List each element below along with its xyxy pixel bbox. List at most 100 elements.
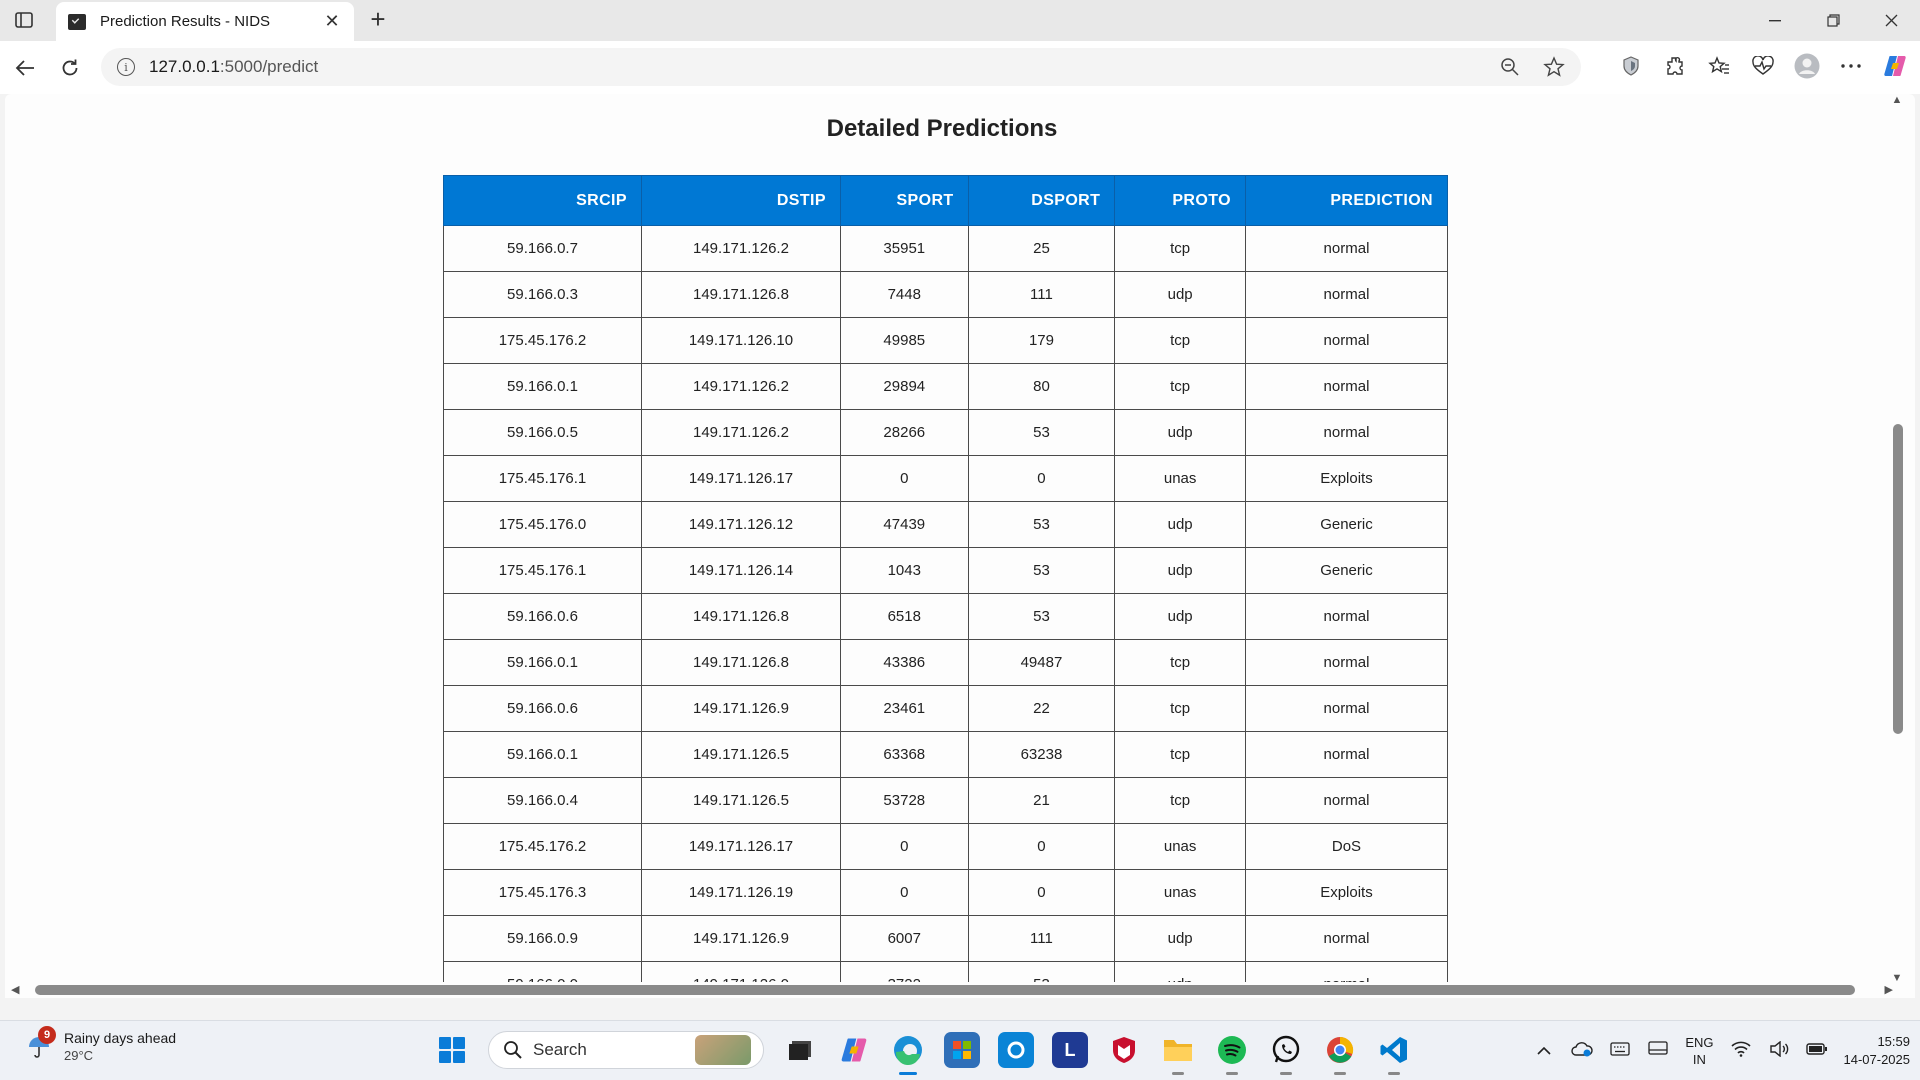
cell-dsport: 53 — [967, 501, 1116, 548]
column-header-dsport: DSPORT — [967, 175, 1116, 226]
cell-proto: tcp — [1114, 685, 1246, 732]
edge-browser-icon[interactable] — [890, 1032, 926, 1075]
system-clock[interactable]: 15:59 14-07-2025 — [1844, 1033, 1911, 1069]
cell-proto: tcp — [1114, 731, 1246, 778]
chrome-icon[interactable] — [1322, 1032, 1358, 1075]
cell-proto: udp — [1114, 409, 1246, 456]
address-bar[interactable]: i 127.0.0.1:5000/predict — [101, 48, 1581, 86]
cell-dstip: 149.171.126.5 — [640, 777, 841, 824]
tab-actions-icon[interactable] — [12, 9, 36, 31]
cell-srcip: 59.166.0.1 — [443, 731, 642, 778]
new-tab-button[interactable]: + — [364, 6, 392, 34]
cell-srcip: 175.45.176.2 — [443, 317, 642, 364]
volume-icon[interactable] — [1768, 1040, 1790, 1062]
weather-widget[interactable]: 9 Rainy days ahead 29°C — [24, 1026, 176, 1065]
cell-prediction: Generic — [1244, 501, 1449, 548]
table-row: 175.45.176.1 149.171.126.17 0 0 unas Exploits — [443, 455, 1449, 502]
cell-srcip: 175.45.176.1 — [443, 547, 642, 594]
copilot-icon[interactable] — [1882, 53, 1908, 79]
browser-titlebar: Prediction Results - NIDS ✕ + — [0, 0, 1920, 41]
cell-proto: tcp — [1114, 317, 1246, 364]
cell-srcip: 59.166.0.1 — [443, 639, 642, 686]
cortana-ring-icon[interactable] — [998, 1032, 1034, 1068]
url-path: :5000/predict — [219, 57, 319, 76]
cell-dstip: 149.171.126.10 — [640, 317, 841, 364]
more-options-icon[interactable] — [1838, 53, 1864, 79]
mcafee-shield-icon[interactable] — [1106, 1032, 1142, 1068]
active-indicator — [899, 1072, 917, 1075]
running-indicator — [1388, 1072, 1400, 1075]
copilot-app-icon[interactable] — [836, 1032, 872, 1068]
tab-title: Prediction Results - NIDS — [100, 13, 271, 30]
profile-avatar[interactable] — [1794, 53, 1820, 79]
scroll-right-arrow-icon[interactable]: ▶ — [1885, 983, 1893, 996]
table-row: 59.166.0.4 149.171.126.5 53728 21 tcp normal — [443, 777, 1449, 824]
horizontal-scroll-thumb[interactable] — [35, 985, 1855, 995]
cell-prediction: DoS — [1244, 823, 1449, 870]
language-indicator[interactable]: ENG IN — [1685, 1034, 1713, 1068]
vertical-scroll-thumb[interactable] — [1893, 424, 1903, 734]
cell-prediction: Generic — [1244, 547, 1449, 594]
cell-dsport: 25 — [967, 225, 1116, 272]
cell-proto: tcp — [1114, 225, 1246, 272]
column-header-srcip: SRCIP — [443, 175, 642, 226]
battery-icon[interactable] — [1805, 1042, 1828, 1061]
browser-essentials-heart-icon[interactable] — [1750, 53, 1776, 79]
scroll-left-arrow-icon[interactable]: ◀ — [11, 983, 19, 996]
chevron-up-icon[interactable] — [1533, 1042, 1555, 1060]
cell-srcip: 59.166.0.6 — [443, 685, 642, 732]
taskbar-apps: Search L — [434, 1031, 1412, 1075]
cell-dstip: 149.171.126.8 — [640, 593, 841, 640]
page-viewport: Detailed Predictions SRCIP DSTIP SPORT D… — [5, 94, 1915, 998]
restore-button[interactable] — [1804, 0, 1862, 41]
wifi-icon[interactable] — [1730, 1041, 1752, 1062]
taskbar-search[interactable]: Search — [488, 1031, 764, 1069]
tablet-display-icon[interactable] — [1647, 1040, 1669, 1062]
cell-srcip: 175.45.176.3 — [443, 869, 642, 916]
cell-prediction: normal — [1244, 363, 1449, 410]
weather-temperature: 29°C — [64, 1048, 94, 1063]
window-controls — [1746, 0, 1920, 41]
favorite-star-icon[interactable] — [1541, 54, 1567, 80]
url-text[interactable]: 127.0.0.1:5000/predict — [149, 57, 318, 77]
running-indicator — [1334, 1072, 1346, 1075]
horizontal-scrollbar[interactable]: ◀ ▶ — [5, 982, 1915, 998]
cell-srcip: 59.166.0.6 — [443, 593, 642, 640]
browser-toolbar: i 127.0.0.1:5000/predict — [0, 41, 1920, 94]
microsoft-store-icon[interactable] — [944, 1032, 980, 1068]
browser-tab-active[interactable]: Prediction Results - NIDS ✕ — [56, 2, 354, 41]
tab-close-icon[interactable]: ✕ — [322, 11, 342, 32]
cell-prediction: normal — [1244, 777, 1449, 824]
cell-prediction: normal — [1244, 409, 1449, 456]
whatsapp-icon[interactable] — [1268, 1032, 1304, 1075]
cell-sport: 0 — [839, 823, 969, 870]
cell-dsport: 63238 — [967, 731, 1116, 778]
zoom-out-icon[interactable] — [1497, 54, 1523, 80]
vscode-icon[interactable] — [1376, 1032, 1412, 1075]
cell-prediction: normal — [1244, 593, 1449, 640]
keyboard-icon[interactable] — [1609, 1041, 1631, 1061]
site-info-icon[interactable]: i — [117, 58, 135, 76]
cell-proto: tcp — [1114, 639, 1246, 686]
refresh-button[interactable] — [55, 53, 85, 83]
cell-srcip: 59.166.0.1 — [443, 363, 642, 410]
cell-dsport: 0 — [967, 823, 1116, 870]
minimize-button[interactable] — [1746, 0, 1804, 41]
extensions-icon[interactable] — [1662, 53, 1688, 79]
cell-prediction: Exploits — [1244, 869, 1449, 916]
close-window-button[interactable] — [1862, 0, 1920, 41]
vertical-scrollbar[interactable]: ▲ ▼ — [1889, 94, 1905, 998]
cell-sport: 29894 — [839, 363, 969, 410]
spotify-icon[interactable] — [1214, 1032, 1250, 1075]
task-view-icon[interactable] — [782, 1032, 818, 1068]
l-app-icon[interactable]: L — [1052, 1032, 1088, 1068]
favorites-collection-icon[interactable] — [1706, 53, 1732, 79]
cell-dstip: 149.171.126.17 — [640, 823, 841, 870]
file-explorer-folder-icon[interactable] — [1160, 1032, 1196, 1075]
start-button[interactable] — [434, 1032, 470, 1068]
shield-extension-icon[interactable] — [1618, 53, 1644, 79]
onedrive-cloud-icon[interactable] — [1571, 1041, 1594, 1062]
cell-proto: unas — [1114, 455, 1246, 502]
scroll-up-arrow-icon[interactable]: ▲ — [1891, 94, 1903, 106]
back-button[interactable] — [10, 53, 40, 83]
